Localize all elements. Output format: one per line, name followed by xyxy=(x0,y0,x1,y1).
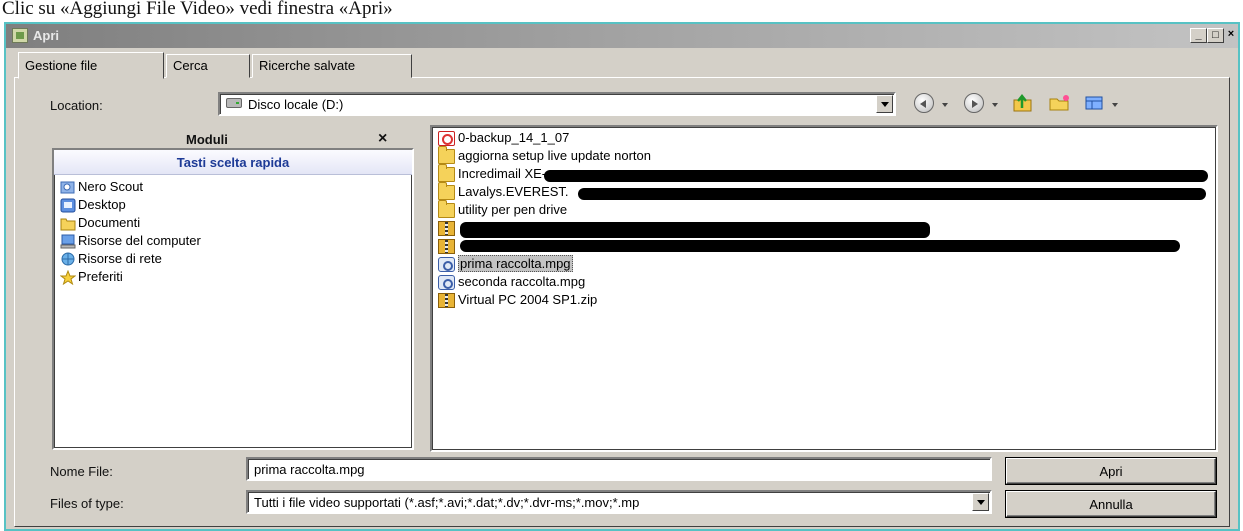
shortcut-preferiti[interactable]: Preferiti xyxy=(60,269,123,287)
shortcuts-header[interactable]: Tasti scelta rapida xyxy=(54,150,412,175)
media-file-icon xyxy=(438,257,455,272)
file-name: Incredimail XE- xyxy=(458,166,547,181)
zip-archive-icon xyxy=(438,293,455,308)
shortcut-label: Nero Scout xyxy=(78,179,144,194)
maximize-button[interactable]: □ xyxy=(1207,28,1224,43)
redaction-mark xyxy=(578,188,1206,200)
up-folder-icon xyxy=(1013,93,1032,112)
dialog-title: Apri xyxy=(33,28,59,43)
nero-scout-icon xyxy=(60,181,75,194)
file-name: 0-backup_14_1_07 xyxy=(458,130,570,145)
tab-ricerche-salvate[interactable]: Ricerche salvate xyxy=(252,54,412,78)
new-folder-icon xyxy=(1049,95,1069,111)
media-file-item[interactable]: prima raccolta.mpg xyxy=(438,255,573,274)
redaction-mark xyxy=(460,240,1180,252)
new-folder-button[interactable] xyxy=(1048,93,1070,115)
computer-icon xyxy=(60,234,76,249)
location-value: Disco locale (D:) xyxy=(248,97,344,112)
chevron-down-icon[interactable] xyxy=(972,493,989,511)
forward-button[interactable] xyxy=(964,93,986,115)
folder-icon xyxy=(438,182,455,200)
file-name: aggiorna setup live update norton xyxy=(458,148,651,163)
forward-icon xyxy=(964,93,984,113)
archive-icon xyxy=(438,239,455,254)
file-name: prima raccolta.mpg xyxy=(458,255,573,272)
folder-item[interactable]: Incredimail XE- xyxy=(438,164,547,184)
file-name: Virtual PC 2004 SP1.zip xyxy=(458,292,598,307)
file-item[interactable]: 0-backup_14_1_07 xyxy=(438,130,569,148)
tab-cerca[interactable]: Cerca xyxy=(166,54,250,78)
modules-panel: Tasti scelta rapida Nero Scout Desktop D… xyxy=(52,148,414,450)
view-menu-button[interactable] xyxy=(1084,93,1106,115)
back-icon xyxy=(914,93,934,113)
cancel-button[interactable]: Annulla xyxy=(1006,491,1216,517)
media-file-icon xyxy=(438,275,455,290)
shortcut-label: Preferiti xyxy=(78,269,123,284)
back-button[interactable] xyxy=(914,93,936,115)
modules-close-icon[interactable]: × xyxy=(378,130,387,148)
archive-item[interactable] xyxy=(438,220,458,238)
shortcut-risorse-rete[interactable]: Risorse di rete xyxy=(60,251,162,269)
shortcuts-title: Tasti scelta rapida xyxy=(176,155,290,170)
file-name: seconda raccolta.mpg xyxy=(458,274,586,289)
archive-item[interactable] xyxy=(438,238,458,256)
shortcut-label: Documenti xyxy=(78,215,141,230)
zip-file-item[interactable]: Virtual PC 2004 SP1.zip xyxy=(438,292,597,310)
file-name: utility per pen drive xyxy=(458,202,568,217)
shortcut-label: Desktop xyxy=(78,197,126,212)
view-dropdown-icon[interactable] xyxy=(1112,103,1118,107)
modules-title: Moduli xyxy=(186,132,228,147)
redaction-mark xyxy=(460,222,930,238)
open-dialog: Apri _ □ × Gestione file Cerca Ricerche … xyxy=(4,22,1240,531)
open-button[interactable]: Apri xyxy=(1006,458,1216,484)
documents-icon xyxy=(60,218,76,231)
shortcut-risorse-computer[interactable]: Risorse del computer xyxy=(60,233,201,251)
filetype-label: Files of type: xyxy=(50,496,124,511)
folder-item[interactable]: utility per pen drive xyxy=(438,200,568,220)
folder-item[interactable]: aggiorna setup live update norton xyxy=(438,146,651,166)
forward-dropdown-icon[interactable] xyxy=(992,103,998,107)
folder-icon xyxy=(438,146,455,164)
file-list[interactable]: 0-backup_14_1_07 aggiorna setup live upd… xyxy=(430,125,1218,452)
filetype-select[interactable]: Tutti i file video supportati (*.asf;*.a… xyxy=(246,490,992,514)
title-bar[interactable]: Apri _ □ × xyxy=(6,24,1238,48)
media-file-item[interactable]: seconda raccolta.mpg xyxy=(438,274,585,292)
network-icon xyxy=(61,252,75,266)
location-label: Location: xyxy=(50,98,103,113)
minimize-button[interactable]: _ xyxy=(1190,28,1207,43)
filename-label: Nome File: xyxy=(50,464,113,479)
shortcut-documenti[interactable]: Documenti xyxy=(60,215,140,233)
chevron-down-icon[interactable] xyxy=(876,95,893,113)
app-icon xyxy=(12,28,28,43)
shortcut-label: Risorse di rete xyxy=(78,251,162,266)
shortcut-desktop[interactable]: Desktop xyxy=(60,197,126,215)
folder-item[interactable]: Lavalys.EVEREST. xyxy=(438,182,569,202)
back-dropdown-icon[interactable] xyxy=(942,103,948,107)
favorites-star-icon xyxy=(60,270,76,285)
backup-icon xyxy=(438,131,455,146)
up-folder-button[interactable] xyxy=(1012,93,1034,115)
folder-icon xyxy=(438,164,455,182)
file-name: Lavalys.EVEREST. xyxy=(458,184,569,199)
close-button[interactable]: × xyxy=(1224,28,1238,43)
shortcut-label: Risorse del computer xyxy=(78,233,201,248)
archive-icon xyxy=(438,221,455,236)
folder-icon xyxy=(438,200,455,218)
tab-gestione-file[interactable]: Gestione file xyxy=(18,52,164,79)
shortcut-nero-scout[interactable]: Nero Scout xyxy=(60,179,143,197)
location-combo[interactable]: Disco locale (D:) xyxy=(218,92,896,116)
page-caption: Clic su «Aggiungi File Video» vedi fines… xyxy=(2,0,393,19)
filetype-value: Tutti i file video supportati (*.asf;*.a… xyxy=(254,495,640,510)
filename-input[interactable]: prima raccolta.mpg xyxy=(246,457,992,481)
desktop-icon xyxy=(60,198,76,213)
redaction-mark xyxy=(544,170,1208,182)
drive-icon xyxy=(226,98,242,108)
view-menu-icon xyxy=(1085,96,1103,110)
